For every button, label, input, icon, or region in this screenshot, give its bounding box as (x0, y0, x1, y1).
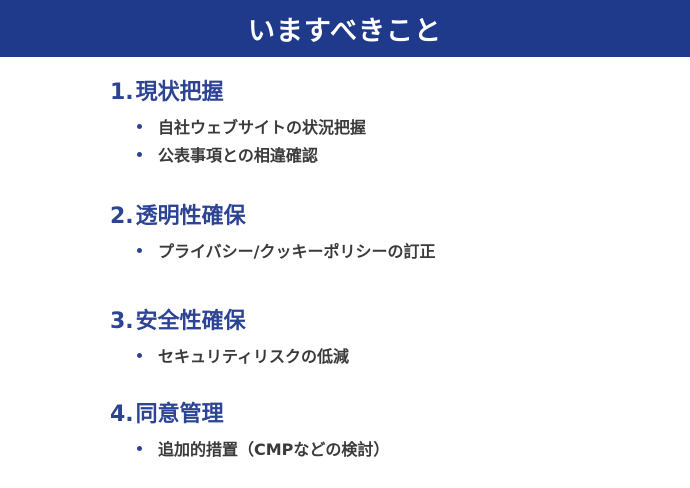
bullet-icon (137, 152, 142, 157)
section-current-status: 1. 現状把握 自社ウェブサイトの状況把握 公表事項との相違確認 (110, 78, 366, 168)
bullet-icon (137, 446, 142, 451)
section-number: 1. (110, 80, 134, 105)
section-items: 追加的措置（CMPなどの検討） (110, 434, 389, 462)
section-transparency: 2. 透明性確保 プライバシー/クッキーポリシーの訂正 (110, 202, 436, 264)
header-bar: いますべきこと (0, 0, 690, 57)
list-item-text: プライバシー/クッキーポリシーの訂正 (158, 242, 436, 261)
list-item-text: 自社ウェブサイトの状況把握 (158, 118, 367, 137)
bullet-icon (137, 124, 142, 129)
list-item-text: 追加的措置（CMPなどの検討） (158, 440, 390, 459)
section-items: 自社ウェブサイトの状況把握 公表事項との相違確認 (110, 112, 366, 168)
list-item-text: 公表事項との相違確認 (158, 146, 318, 165)
list-item: プライバシー/クッキーポリシーの訂正 (110, 236, 436, 264)
section-title: 透明性確保 (135, 204, 246, 229)
section-number: 3. (110, 309, 134, 334)
section-heading: 4. 同意管理 (110, 400, 389, 430)
list-item: セキュリティリスクの低減 (110, 341, 349, 369)
section-heading: 3. 安全性確保 (110, 307, 349, 337)
section-number: 2. (110, 204, 134, 229)
slide-title: いますべきこと (247, 16, 443, 47)
section-number: 4. (110, 402, 134, 427)
slide: いますべきこと 1. 現状把握 自社ウェブサイトの状況把握 公表事項との相違確認 (0, 0, 690, 488)
section-title: 安全性確保 (135, 309, 246, 334)
list-item: 追加的措置（CMPなどの検討） (110, 434, 389, 462)
section-title: 現状把握 (135, 80, 224, 105)
section-consent: 4. 同意管理 追加的措置（CMPなどの検討） (110, 400, 389, 462)
bullet-icon (137, 248, 142, 253)
bullet-icon (137, 353, 142, 358)
section-heading: 2. 透明性確保 (110, 202, 436, 232)
section-title: 同意管理 (135, 402, 224, 427)
section-items: プライバシー/クッキーポリシーの訂正 (110, 236, 436, 264)
section-security: 3. 安全性確保 セキュリティリスクの低減 (110, 307, 349, 369)
list-item-text: セキュリティリスクの低減 (158, 347, 350, 366)
section-heading: 1. 現状把握 (110, 78, 366, 108)
list-item: 公表事項との相違確認 (110, 140, 366, 168)
section-items: セキュリティリスクの低減 (110, 341, 349, 369)
list-item: 自社ウェブサイトの状況把握 (110, 112, 366, 140)
